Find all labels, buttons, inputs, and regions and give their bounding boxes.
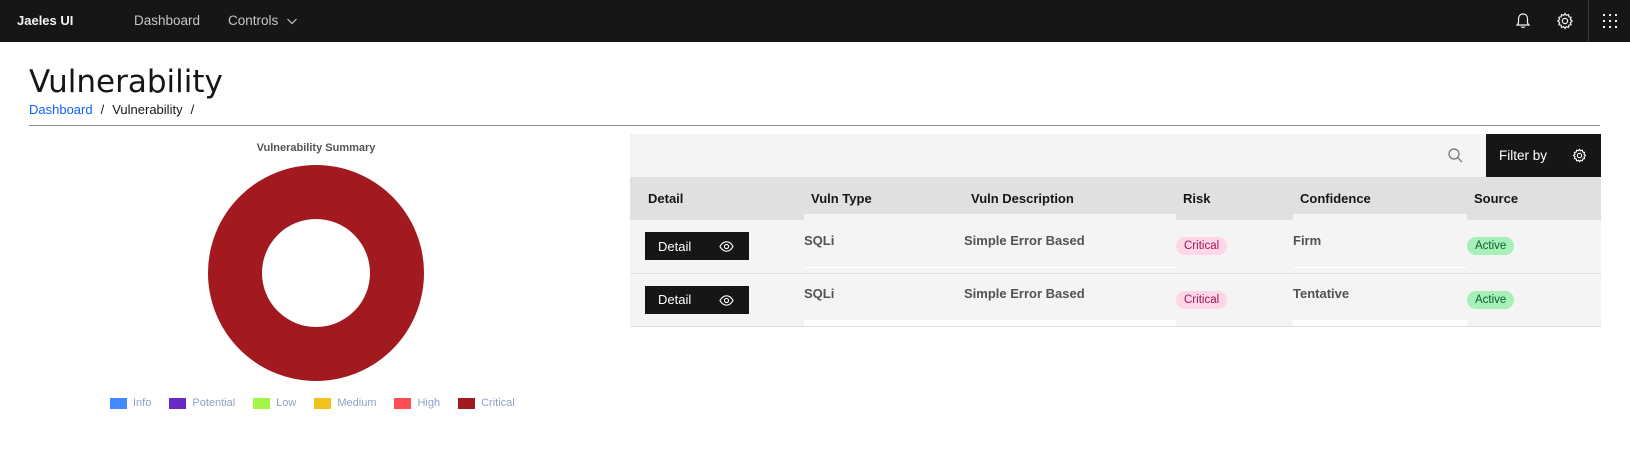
bell-icon [1515,13,1531,28]
legend-swatch [110,397,127,409]
source-tag: Active [1467,290,1515,309]
legend-item-low[interactable]: Low [253,397,296,409]
table-toolbar: Filter by [630,134,1601,177]
table-row: Detail SQLi Simple Error Based Critical … [630,273,1601,326]
detail-button-label: Detail [658,292,692,307]
top-header: Jaeles UI Dashboard Controls [0,0,1630,42]
eye-icon [719,294,734,306]
confidence-cell: Tentative [1293,286,1350,301]
risk-cell: Critical [1176,273,1293,326]
notifications-button[interactable] [1502,0,1544,42]
filter-by-button[interactable]: Filter by [1486,134,1601,177]
chart-title: Vulnerability Summary [256,142,376,154]
app-switcher-button[interactable] [1588,0,1630,42]
legend-item-potential[interactable]: Potential [169,397,235,409]
legend-item-critical[interactable]: Critical [458,397,515,409]
column-header-risk[interactable]: Risk [1176,177,1293,220]
risk-cell: Critical [1176,220,1293,273]
breadcrumb-dashboard-link[interactable]: Dashboard [29,102,93,117]
detail-cell: Detail [630,220,804,273]
chevron-down-icon [287,18,298,25]
vuln-type-cell: SQLi [804,286,835,301]
legend-label: Medium [337,397,377,409]
donut-chart [206,163,426,383]
legend-label: Low [276,397,297,409]
title-divider [29,125,1600,126]
gear-icon [1572,148,1587,163]
breadcrumb-separator: / [100,102,105,117]
donut-slice-critical[interactable] [208,165,424,381]
legend-label: High [417,397,441,409]
breadcrumb: Dashboard / Vulnerability / [29,102,202,117]
detail-button[interactable]: Detail [645,232,749,261]
vulnerability-table: Detail Vuln Type Vuln Description Risk C… [630,177,1601,327]
vulnerability-table-panel: Filter by Detail Vuln Type Vuln Descript… [630,134,1601,327]
legend-label: Critical [481,397,515,409]
nav-dashboard[interactable]: Dashboard [134,0,200,42]
eye-icon [719,241,734,253]
gear-icon [1556,12,1574,30]
detail-cell: Detail [630,273,804,326]
legend-swatch [394,397,412,409]
brand-name[interactable]: Jaeles UI [17,0,73,42]
legend-item-medium[interactable]: Medium [314,397,376,409]
vuln-description-cell: Simple Error Based [964,286,1085,301]
legend-label: Potential [192,397,236,409]
filter-by-label: Filter by [1499,148,1548,163]
page-title: Vulnerability [29,64,223,100]
confidence-cell: Firm [1293,232,1322,248]
legend-swatch [169,397,187,409]
source-tag: Active [1467,237,1515,256]
risk-tag: Critical [1176,290,1228,309]
table-row: Detail SQLi Simple Error Based Critical … [630,220,1601,273]
column-header-detail[interactable]: Detail [630,177,804,220]
breadcrumb-separator: / [190,102,195,117]
settings-button[interactable] [1544,0,1586,42]
legend-swatch [458,397,476,409]
risk-tag: Critical [1176,237,1228,256]
nav-controls-label: Controls [228,13,279,28]
vuln-type-cell: SQLi [804,232,835,248]
legend-label: Info [133,397,152,409]
source-cell: Active [1467,273,1601,326]
chart-legend: Info Potential Low Medium High Critical [110,397,533,409]
legend-item-high[interactable]: High [394,397,440,409]
detail-button[interactable]: Detail [645,285,749,314]
detail-button-label: Detail [658,238,692,254]
search-icon[interactable] [1447,147,1464,164]
legend-swatch [253,397,271,409]
legend-swatch [314,397,332,409]
vuln-description-cell: Simple Error Based [964,232,1085,248]
legend-item-info[interactable]: Info [110,397,151,409]
column-header-source[interactable]: Source [1467,177,1601,220]
donut-chart-svg [208,165,424,381]
nav-controls-menu[interactable]: Controls [228,0,298,42]
source-cell: Active [1467,220,1601,273]
breadcrumb-current: Vulnerability [112,102,183,117]
app-grid-icon [1602,14,1617,28]
